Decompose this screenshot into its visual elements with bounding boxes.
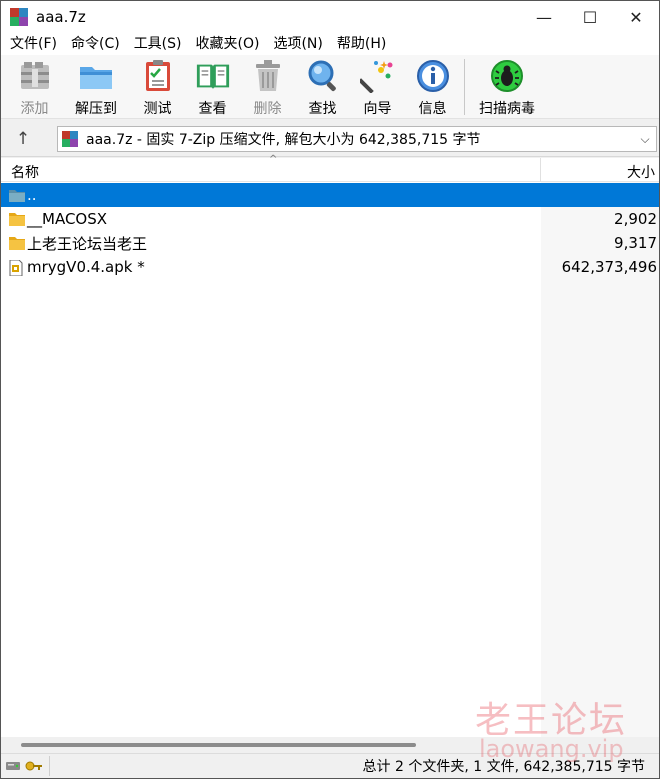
path-text: aaa.7z - 固实 7-Zip 压缩文件, 解包大小为 642,385,71… <box>86 132 481 148</box>
status-separator <box>49 756 50 776</box>
horizontal-scrollbar[interactable] <box>1 737 659 753</box>
file-size: 9,317 <box>614 234 657 252</box>
virus-bug-icon <box>489 59 525 93</box>
file-name: mrygV0.4.apk * <box>27 258 145 276</box>
extract-folder-icon <box>78 59 114 93</box>
extract-to-button[interactable]: 解压到 <box>62 55 130 117</box>
view-button[interactable]: 查看 <box>185 55 240 117</box>
file-name: __MACOSX <box>27 210 108 228</box>
test-button[interactable]: 测试 <box>130 55 185 117</box>
table-row[interactable]: 上老王论坛当老王 9,317 <box>1 231 659 255</box>
magic-wand-icon <box>359 59 396 93</box>
test-checklist-icon <box>140 59 176 93</box>
file-list-header: ^ 名称 大小 <box>1 154 659 182</box>
address-bar: ↑ aaa.7z - 固实 7-Zip 压缩文件, 解包大小为 642,385,… <box>1 121 659 157</box>
parent-folder-icon <box>9 188 25 202</box>
menu-options[interactable]: 选项(N) <box>266 33 329 55</box>
close-button[interactable]: ✕ <box>613 1 659 33</box>
delete-label: 删除 <box>253 101 282 117</box>
wizard-button[interactable]: 向导 <box>350 55 405 117</box>
menu-favorites[interactable]: 收藏夹(O) <box>189 33 267 55</box>
delete-button[interactable]: 删除 <box>240 55 295 117</box>
column-divider[interactable] <box>540 158 541 182</box>
table-row[interactable]: mrygV0.4.apk * 642,373,496 <box>1 255 659 279</box>
archive-icon <box>62 131 78 147</box>
winrar-app-icon <box>10 8 28 26</box>
menu-bar: 文件(F) 命令(C) 工具(S) 收藏夹(O) 选项(N) 帮助(H) <box>1 33 659 55</box>
info-label: 信息 <box>418 101 447 117</box>
table-row[interactable]: .. <box>1 183 659 207</box>
scan-virus-button[interactable]: 扫描病毒 <box>469 55 545 117</box>
wizard-label: 向导 <box>363 101 392 117</box>
file-name: 上老王论坛当老王 <box>27 234 148 253</box>
title-bar[interactable]: aaa.7z — ☐ ✕ <box>1 1 659 33</box>
add-archive-icon <box>17 59 53 93</box>
up-arrow-icon[interactable]: ↑ <box>5 124 41 154</box>
add-label: 添加 <box>20 101 49 117</box>
drive-icon[interactable] <box>5 759 21 773</box>
toolbar: 添加 解压到 测试 查看 删除 查找 向导 信息 扫描病毒 <box>1 55 659 119</box>
view-book-icon <box>195 59 231 93</box>
column-header-size[interactable]: 大小 <box>627 162 655 182</box>
add-button[interactable]: 添加 <box>7 55 62 117</box>
table-row[interactable]: __MACOSX 2,902 <box>1 207 659 231</box>
minimize-button[interactable]: — <box>521 1 567 33</box>
window-controls: — ☐ ✕ <box>521 1 659 33</box>
menu-help[interactable]: 帮助(H) <box>330 33 393 55</box>
file-size: 642,373,496 <box>561 258 657 276</box>
info-icon <box>415 59 451 93</box>
menu-tools[interactable]: 工具(S) <box>127 33 189 55</box>
winrar-window: aaa.7z — ☐ ✕ 文件(F) 命令(C) 工具(S) 收藏夹(O) 选项… <box>0 0 660 779</box>
view-label: 查看 <box>198 101 227 117</box>
status-text: 总计 2 个文件夹, 1 文件, 642,385,715 字节 <box>362 759 645 775</box>
magnifier-icon <box>305 59 341 93</box>
chevron-down-icon[interactable]: ⌵ <box>634 132 656 147</box>
path-combobox[interactable]: aaa.7z - 固实 7-Zip 压缩文件, 解包大小为 642,385,71… <box>57 126 657 152</box>
folder-icon <box>9 212 25 226</box>
info-button[interactable]: 信息 <box>405 55 460 117</box>
folder-icon <box>9 236 25 250</box>
test-label: 测试 <box>143 101 172 117</box>
find-button[interactable]: 查找 <box>295 55 350 117</box>
find-label: 查找 <box>308 101 337 117</box>
file-name: .. <box>27 186 37 204</box>
column-header-name[interactable]: 名称 <box>11 162 39 182</box>
apk-file-icon <box>9 260 25 276</box>
menu-commands[interactable]: 命令(C) <box>64 33 127 55</box>
status-bar: 总计 2 个文件夹, 1 文件, 642,385,715 字节 <box>1 753 659 778</box>
trash-icon <box>250 59 286 93</box>
status-icons <box>5 759 49 773</box>
key-icon[interactable] <box>25 759 43 773</box>
file-size: 2,902 <box>614 210 657 228</box>
file-list: ^ 名称 大小 .. __MACOSX 2,902 上老王论坛当老王 9,317… <box>1 154 659 737</box>
scrollbar-thumb[interactable] <box>21 743 416 747</box>
menu-file[interactable]: 文件(F) <box>3 33 64 55</box>
toolbar-separator <box>464 59 465 115</box>
sort-arrow-icon: ^ <box>269 154 278 165</box>
scan-virus-label: 扫描病毒 <box>479 101 535 117</box>
maximize-button[interactable]: ☐ <box>567 1 613 33</box>
extract-to-label: 解压到 <box>75 101 117 117</box>
window-title: aaa.7z <box>36 8 86 26</box>
